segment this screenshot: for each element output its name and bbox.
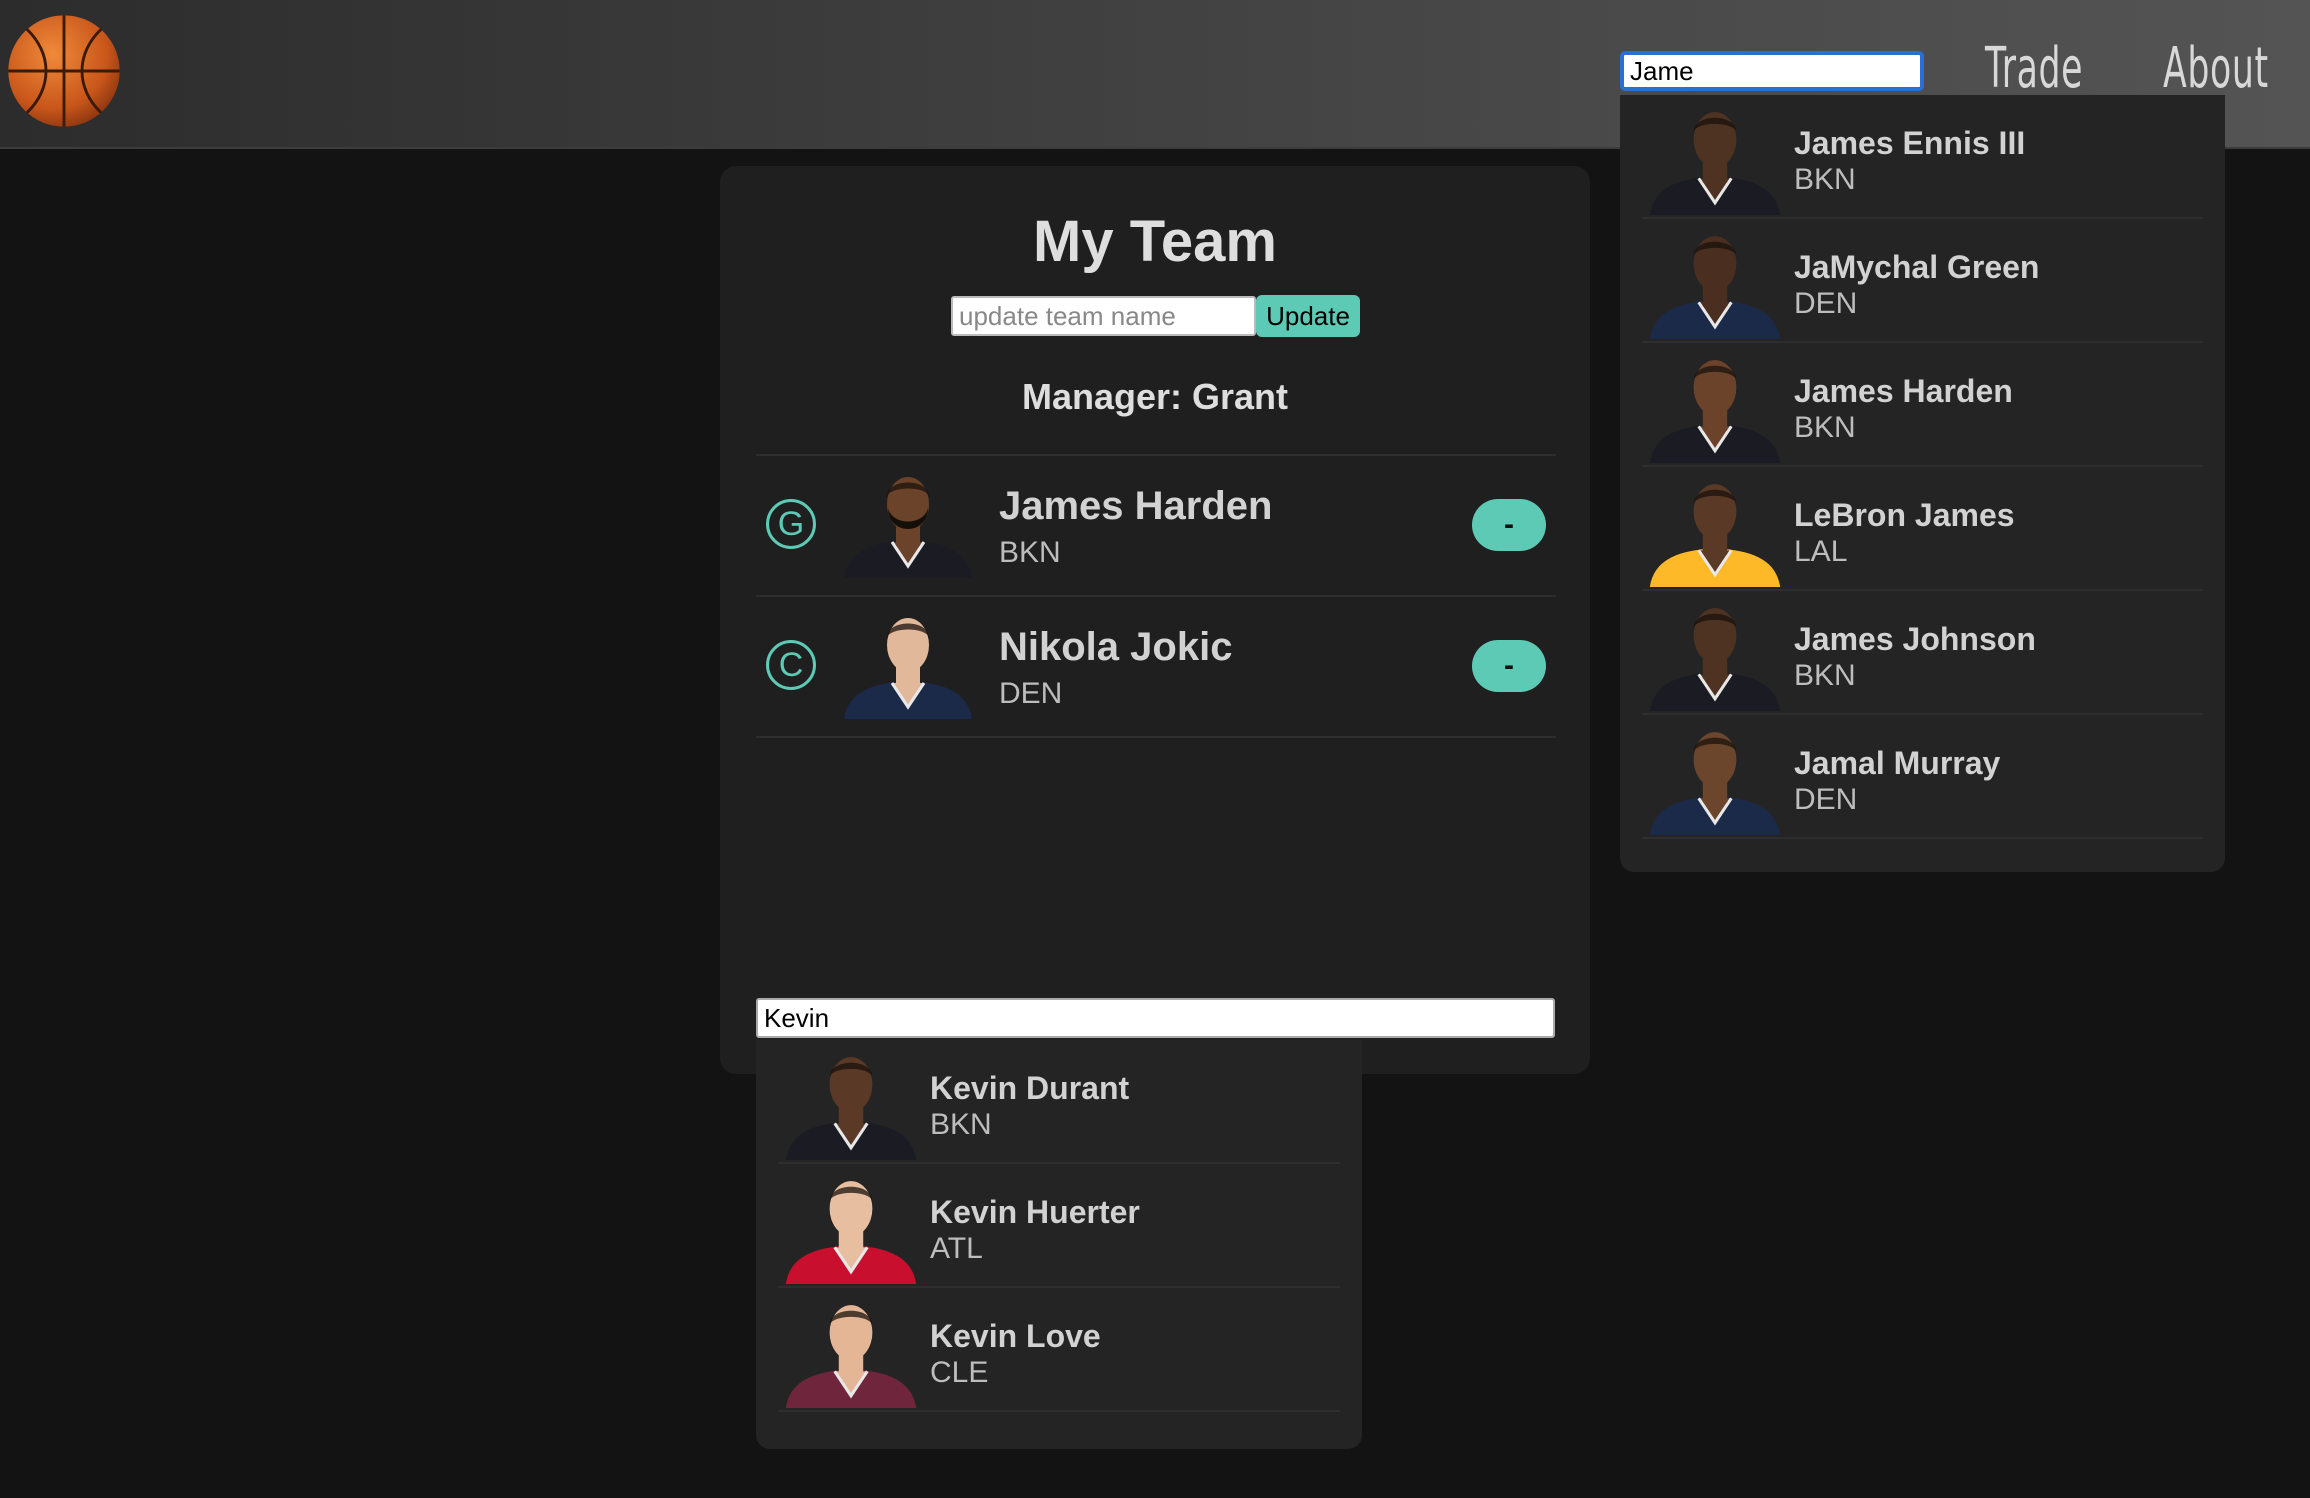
nav-link-about[interactable]: About — [2163, 36, 2269, 101]
player-team: DEN — [1794, 287, 1858, 320]
player-team: DEN — [1794, 783, 1858, 816]
player-headshot — [1649, 360, 1781, 463]
position-badge: G — [766, 499, 816, 549]
player-team: LAL — [1794, 535, 1848, 568]
player-headshot — [785, 1181, 917, 1284]
search-result-item[interactable]: LeBron James LAL — [1642, 467, 2203, 591]
search-result-item[interactable]: Kevin Durant BKN — [778, 1040, 1340, 1164]
player-name: Kevin Love — [930, 1318, 1101, 1354]
add-player-results-dropdown: Kevin Durant BKN Kevin Huerter ATL Kevin… — [756, 1040, 1362, 1449]
player-team: BKN — [1794, 411, 1856, 444]
nav-link-trade[interactable]: Trade — [1985, 36, 2083, 101]
player-team: BKN — [930, 1108, 992, 1141]
player-headshot — [785, 1057, 917, 1160]
roster-row: G James Harden BKN - — [756, 456, 1556, 597]
search-result-item[interactable]: JaMychal Green DEN — [1642, 219, 2203, 343]
nav-search-results-dropdown: James Ennis III BKN JaMychal Green DEN J… — [1620, 95, 2225, 872]
my-team-card: My Team Update Manager: Grant G James Ha… — [720, 166, 1590, 1074]
search-result-item[interactable]: James Ennis III BKN — [1642, 95, 2203, 219]
player-search-input[interactable] — [1620, 51, 1924, 91]
player-name: James Harden — [1794, 373, 2013, 409]
player-name: Nikola Jokic — [999, 625, 1233, 669]
add-player-search-input[interactable] — [756, 998, 1555, 1038]
player-name: JaMychal Green — [1794, 249, 2040, 285]
player-team: BKN — [1794, 163, 1856, 196]
roster-row: C Nikola Jokic DEN - — [756, 597, 1556, 738]
search-result-item[interactable]: Jamal Murray DEN — [1642, 715, 2203, 839]
player-headshot — [1649, 484, 1781, 587]
player-team: BKN — [999, 536, 1061, 569]
update-team-name-button[interactable]: Update — [1256, 295, 1360, 337]
roster-list: G James Harden BKN - C Nikola Jokic DEN … — [756, 454, 1556, 738]
search-result-item[interactable]: James Johnson BKN — [1642, 591, 2203, 715]
remove-player-button[interactable]: - — [1472, 640, 1546, 692]
player-name: LeBron James — [1794, 497, 2015, 533]
player-headshot — [1649, 236, 1781, 339]
team-name-input[interactable] — [951, 296, 1256, 336]
player-name: Jamal Murray — [1794, 745, 2001, 781]
player-name: Kevin Durant — [930, 1070, 1130, 1106]
player-team: DEN — [999, 677, 1063, 710]
player-headshot — [844, 618, 972, 719]
player-headshot — [785, 1305, 917, 1408]
player-name: James Ennis III — [1794, 125, 2026, 161]
player-name: James Harden — [999, 484, 1273, 528]
basketball-logo-icon[interactable] — [6, 13, 122, 129]
player-name: Kevin Huerter — [930, 1194, 1140, 1230]
player-name: James Johnson — [1794, 621, 2036, 657]
remove-player-button[interactable]: - — [1472, 499, 1546, 551]
player-headshot — [1649, 608, 1781, 711]
search-result-item[interactable]: Kevin Huerter ATL — [778, 1164, 1340, 1288]
manager-label: Manager: Grant — [1021, 376, 1289, 417]
player-team: CLE — [930, 1356, 989, 1389]
player-team: ATL — [930, 1232, 983, 1265]
position-badge: C — [766, 640, 816, 690]
search-result-item[interactable]: James Harden BKN — [1642, 343, 2203, 467]
page-title: My Team — [1033, 209, 1277, 274]
player-headshot — [844, 477, 972, 578]
player-team: BKN — [1794, 659, 1856, 692]
player-headshot — [1649, 112, 1781, 215]
search-result-item[interactable]: Kevin Love CLE — [778, 1288, 1340, 1412]
player-headshot — [1649, 732, 1781, 835]
